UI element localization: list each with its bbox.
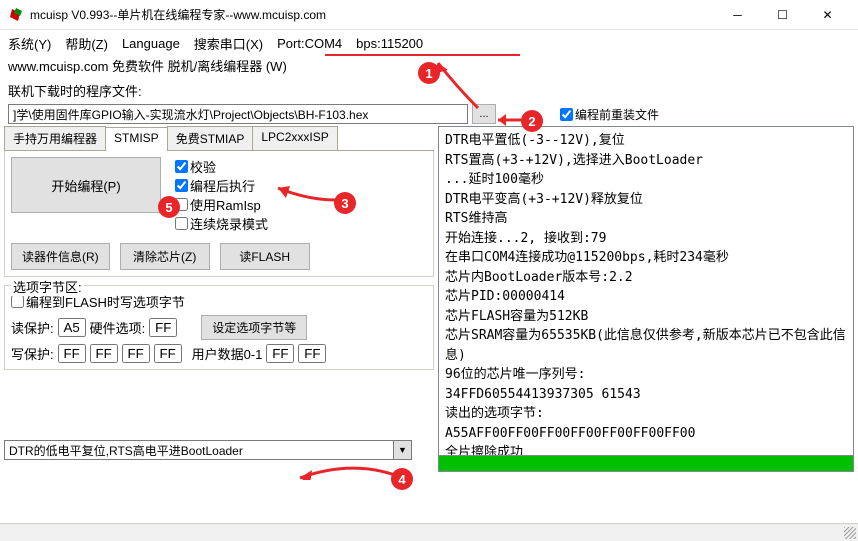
log-line: A55AFF00FF00FF00FF00FF00FF00FF00 <box>445 424 847 444</box>
continuous-checkbox[interactable] <box>175 217 188 230</box>
annotation-bubble-3: 3 <box>334 192 356 214</box>
log-line: 96位的芯片唯一序列号: <box>445 365 847 385</box>
wp1-input[interactable] <box>90 344 118 363</box>
tab-lpc[interactable]: LPC2xxxISP <box>252 126 337 150</box>
log-line: ...延时100毫秒 <box>445 170 847 190</box>
write-protect-label: 写保护: <box>11 344 54 363</box>
log-line: 全片擦除成功 <box>445 443 847 456</box>
annotation-underline <box>325 54 520 56</box>
option-bytes-legend: 选项字节区: <box>11 277 84 296</box>
run-after-checkbox-label[interactable]: 编程后执行 <box>175 176 268 195</box>
ud0-input[interactable] <box>266 344 294 363</box>
log-line: DTR电平变高(+3-+12V)释放复位 <box>445 190 847 210</box>
ud1-input[interactable] <box>298 344 326 363</box>
menu-search-port[interactable]: 搜索串口(X) <box>194 34 263 53</box>
log-line: 芯片PID:00000414 <box>445 287 847 307</box>
read-protect-input[interactable] <box>58 318 86 337</box>
verify-checkbox[interactable] <box>175 160 188 173</box>
log-line: RTS维持高 <box>445 209 847 229</box>
annotation-bubble-5: 5 <box>158 196 180 218</box>
option-bytes-group: 选项字节区: 编程到FLASH时写选项字节 读保护: 硬件选项: 设定选项字节等… <box>4 285 434 370</box>
erase-chip-button[interactable]: 清除芯片(Z) <box>120 243 210 270</box>
maximize-button[interactable]: ☐ <box>760 1 805 29</box>
annotation-bubble-1: 1 <box>418 62 440 84</box>
file-path-input[interactable] <box>8 104 468 124</box>
close-button[interactable]: ✕ <box>805 1 850 29</box>
continuous-checkbox-label[interactable]: 连续烧录模式 <box>175 214 268 233</box>
dtr-combo[interactable]: ▼ <box>4 440 434 460</box>
log-line: 34FFD60554413937305 61543 <box>445 385 847 405</box>
annotation-bubble-4: 4 <box>391 468 413 490</box>
wp2-input[interactable] <box>122 344 150 363</box>
log-line: RTS置高(+3-+12V),选择进入BootLoader <box>445 151 847 171</box>
browse-button[interactable]: ... <box>472 104 496 124</box>
device-info-button[interactable]: 读器件信息(R) <box>11 243 110 270</box>
window-title: mcuisp V0.993--单片机在线编程专家--www.mcuisp.com <box>30 6 715 23</box>
run-after-checkbox[interactable] <box>175 179 188 192</box>
statusbar <box>0 523 858 541</box>
tab-stmiap[interactable]: 免费STMIAP <box>167 126 254 150</box>
minimize-button[interactable]: ─ <box>715 1 760 29</box>
file-label: 联机下载时的程序文件: <box>8 81 142 100</box>
log-output: DTR电平置低(-3--12V),复位 RTS置高(+3-+12V),选择进入B… <box>438 126 854 456</box>
menu-system[interactable]: 系统(Y) <box>8 34 51 53</box>
menu-bps[interactable]: bps:115200 <box>356 36 423 51</box>
read-protect-label: 读保护: <box>11 318 54 337</box>
user-data-label: 用户数据0-1 <box>192 344 263 363</box>
tab-stmisp[interactable]: STMISP <box>105 127 168 151</box>
stmisp-panel: 开始编程(P) 校验 编程后执行 使用RamIsp 连续烧录模式 读器件信息(R… <box>4 151 434 277</box>
reload-checkbox[interactable] <box>560 108 573 121</box>
wp0-input[interactable] <box>58 344 86 363</box>
menu-help[interactable]: 帮助(Z) <box>65 34 108 53</box>
menu-port[interactable]: Port:COM4 <box>277 36 342 51</box>
hw-option-input[interactable] <box>149 318 177 337</box>
dtr-combo-input[interactable] <box>4 440 394 460</box>
start-program-button[interactable]: 开始编程(P) <box>11 157 161 213</box>
menu-language[interactable]: Language <box>122 36 180 51</box>
app-icon <box>8 7 24 23</box>
dtr-combo-dropdown[interactable]: ▼ <box>394 440 412 460</box>
set-option-button[interactable]: 设定选项字节等 <box>201 315 307 340</box>
ramisp-checkbox-label[interactable]: 使用RamIsp <box>175 195 268 214</box>
log-line: 芯片FLASH容量为512KB <box>445 307 847 327</box>
verify-checkbox-label[interactable]: 校验 <box>175 157 268 176</box>
log-line: DTR电平置低(-3--12V),复位 <box>445 131 847 151</box>
annotation-bubble-2: 2 <box>521 110 543 132</box>
log-line: 在串口COM4连接成功@115200bps,耗时234毫秒 <box>445 248 847 268</box>
tab-handheld[interactable]: 手持万用编程器 <box>4 126 106 150</box>
log-line: 读出的选项字节: <box>445 404 847 424</box>
progress-bar <box>438 456 854 472</box>
menubar: 系统(Y) 帮助(Z) Language 搜索串口(X) Port:COM4 b… <box>0 30 858 54</box>
log-line: 芯片内BootLoader版本号:2.2 <box>445 268 847 288</box>
read-flash-button[interactable]: 读FLASH <box>220 243 310 270</box>
log-line: 芯片SRAM容量为65535KB(此信息仅供参考,新版本芯片已不包含此信息) <box>445 326 847 365</box>
tabs: 手持万用编程器 STMISP 免费STMIAP LPC2xxxISP <box>4 126 434 151</box>
wp3-input[interactable] <box>154 344 182 363</box>
hw-option-label: 硬件选项: <box>90 318 146 337</box>
write-option-checkbox[interactable] <box>11 295 24 308</box>
log-line: 开始连接...2, 接收到:79 <box>445 229 847 249</box>
reload-checkbox-label[interactable]: 编程前重装文件 <box>560 106 659 123</box>
titlebar: mcuisp V0.993--单片机在线编程专家--www.mcuisp.com… <box>0 0 858 30</box>
